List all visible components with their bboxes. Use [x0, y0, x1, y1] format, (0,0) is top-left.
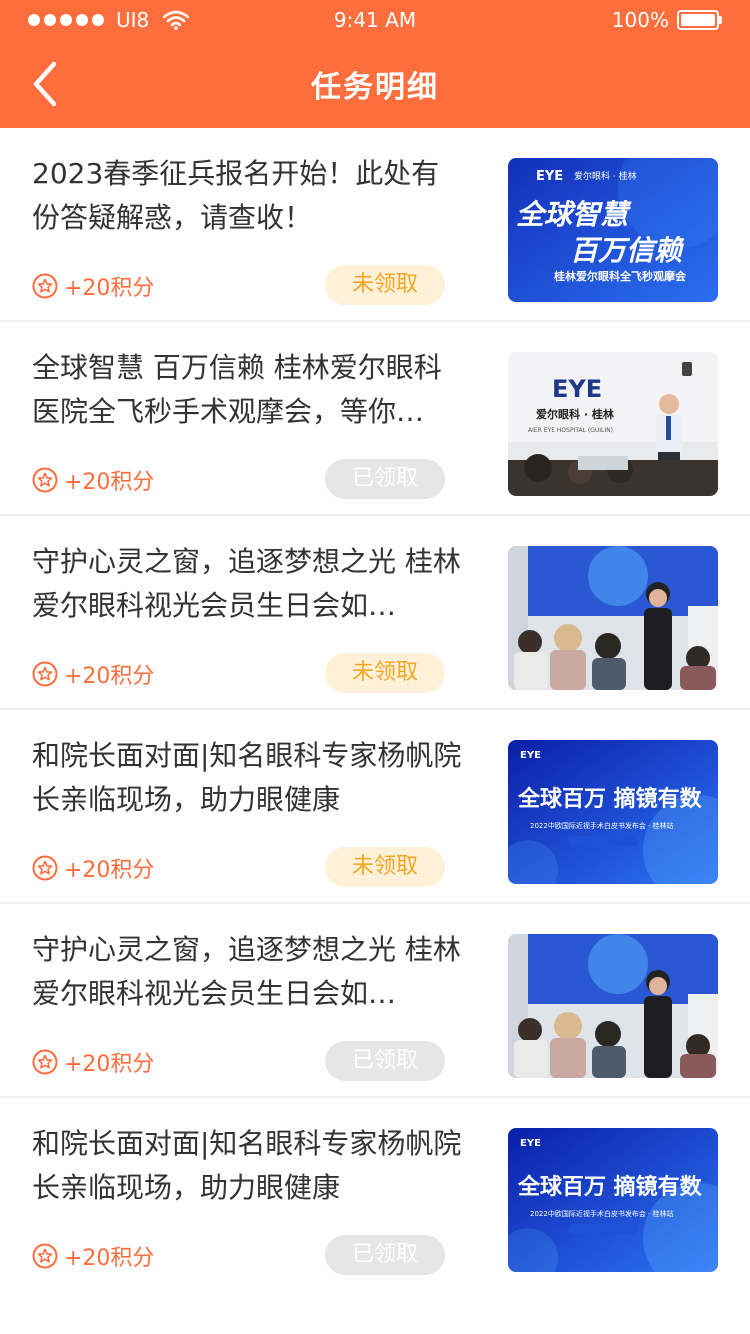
list-item[interactable]: 和院长面对面|知名眼科专家杨帆院长亲临现场，助力眼健康 +20积分 已领取 EY… [0, 1098, 750, 1292]
task-points: +20积分 [32, 656, 154, 692]
battery-icon [677, 10, 722, 30]
nav-bar: 任务明细 [0, 40, 750, 128]
thumbnail-image: EYE 全球百万 摘镜有数 2022中欧国际近视手术白皮书发布会 · 桂林站 [508, 1128, 718, 1272]
claim-status-button[interactable]: 未领取 [325, 847, 445, 887]
battery-group: 100% [612, 8, 722, 32]
star-icon [32, 855, 58, 881]
svg-text:EYE: EYE [536, 169, 563, 184]
svg-text:爱尔眼科 · 桂林: 爱尔眼科 · 桂林 [574, 170, 637, 182]
svg-text:2022中欧国际近视手术白皮书发布会 · 桂林站: 2022中欧国际近视手术白皮书发布会 · 桂林站 [530, 821, 674, 830]
star-icon [32, 273, 58, 299]
task-thumbnail [508, 546, 718, 690]
task-title: 2023春季征兵报名开始！此处有份答疑解惑，请查收！ [32, 157, 440, 234]
svg-text:全球百万 摘镜有数: 全球百万 摘镜有数 [517, 1174, 703, 1200]
points-label: +20积分 [64, 470, 155, 495]
task-title: 全球智慧 百万信赖 桂林爱尔眼科医院全飞秒手术观摩会，等你… [32, 351, 442, 428]
claim-status-button[interactable]: 未领取 [325, 265, 445, 305]
battery-percent: 100% [611, 8, 669, 32]
task-title: 和院长面对面|知名眼科专家杨帆院长亲临现场，助力眼健康 [32, 1127, 462, 1204]
star-icon [32, 1049, 58, 1075]
thumbnail-image: EYE 全球百万 摘镜有数 2022中欧国际近视手术白皮书发布会 · 桂林站 [508, 740, 718, 884]
page-title: 任务明细 [311, 70, 439, 105]
claim-status-button[interactable]: 未领取 [325, 653, 445, 693]
svg-text:EYE: EYE [552, 375, 602, 403]
claim-status-button[interactable]: 已领取 [325, 459, 445, 499]
status-bar: UI8 9:41 AM 100% [0, 0, 750, 40]
svg-text:EYE: EYE [520, 750, 541, 761]
task-title: 和院长面对面|知名眼科专家杨帆院长亲临现场，助力眼健康 [32, 739, 462, 816]
task-thumbnail: EYE 爱尔眼科 · 桂林 全球智慧 百万信赖 桂林爱尔眼科全飞秒观摩会 [508, 158, 718, 302]
svg-text:全球百万 摘镜有数: 全球百万 摘镜有数 [517, 786, 703, 812]
app-header: UI8 9:41 AM 100% 任务明细 [0, 0, 750, 128]
svg-text:AIER EYE HOSPITAL (GUILIN): AIER EYE HOSPITAL (GUILIN) [528, 427, 613, 434]
list-item[interactable]: 守护心灵之窗，追逐梦想之光 桂林爱尔眼科视光会员生日会如… +20积分 已领取 [0, 904, 750, 1098]
points-label: +20积分 [64, 1246, 155, 1271]
thumbnail-image [508, 546, 718, 690]
svg-text:爱尔眼科 · 桂林: 爱尔眼科 · 桂林 [536, 407, 614, 421]
task-points: +20积分 [32, 268, 154, 304]
task-thumbnail: EYE 全球百万 摘镜有数 2022中欧国际近视手术白皮书发布会 · 桂林站 [508, 1128, 718, 1272]
svg-text:全球智慧: 全球智慧 [516, 198, 632, 231]
task-points: +20积分 [32, 462, 154, 498]
task-points: +20积分 [32, 1044, 154, 1080]
claim-status-button[interactable]: 已领取 [325, 1041, 445, 1081]
task-thumbnail: EYE 爱尔眼科 · 桂林 AIER EYE HOSPITAL (GUILIN) [508, 352, 718, 496]
points-label: +20积分 [64, 664, 155, 689]
thumbnail-image [508, 934, 718, 1078]
points-label: +20积分 [64, 858, 155, 883]
points-label: +20积分 [64, 276, 155, 301]
claim-status-button[interactable]: 已领取 [325, 1235, 445, 1275]
task-thumbnail: EYE 全球百万 摘镜有数 2022中欧国际近视手术白皮书发布会 · 桂林站 [508, 740, 718, 884]
list-item[interactable]: 2023春季征兵报名开始！此处有份答疑解惑，请查收！ +20积分 未领取 EYE… [0, 128, 750, 322]
task-points: +20积分 [32, 1238, 154, 1274]
task-thumbnail [508, 934, 718, 1078]
star-icon [32, 1243, 58, 1269]
task-points: +20积分 [32, 850, 154, 886]
points-label: +20积分 [64, 1052, 155, 1077]
svg-text:2022中欧国际近视手术白皮书发布会 · 桂林站: 2022中欧国际近视手术白皮书发布会 · 桂林站 [530, 1209, 674, 1218]
task-title: 守护心灵之窗，追逐梦想之光 桂林爱尔眼科视光会员生日会如… [32, 545, 461, 622]
thumbnail-image: EYE 爱尔眼科 · 桂林 全球智慧 百万信赖 桂林爱尔眼科全飞秒观摩会 [508, 158, 718, 302]
task-list: 2023春季征兵报名开始！此处有份答疑解惑，请查收！ +20积分 未领取 EYE… [0, 128, 750, 1292]
thumbnail-image: EYE 爱尔眼科 · 桂林 AIER EYE HOSPITAL (GUILIN) [508, 352, 718, 496]
svg-text:桂林爱尔眼科全飞秒观摩会: 桂林爱尔眼科全飞秒观摩会 [553, 269, 687, 283]
list-item[interactable]: 和院长面对面|知名眼科专家杨帆院长亲临现场，助力眼健康 +20积分 未领取 EY… [0, 710, 750, 904]
star-icon [32, 467, 58, 493]
list-item[interactable]: 全球智慧 百万信赖 桂林爱尔眼科医院全飞秒手术观摩会，等你… +20积分 已领取… [0, 322, 750, 516]
star-icon [32, 661, 58, 687]
svg-text:EYE: EYE [520, 1138, 541, 1149]
svg-text:百万信赖: 百万信赖 [570, 234, 685, 267]
task-title: 守护心灵之窗，追逐梦想之光 桂林爱尔眼科视光会员生日会如… [32, 933, 461, 1010]
list-item[interactable]: 守护心灵之窗，追逐梦想之光 桂林爱尔眼科视光会员生日会如… +20积分 未领取 [0, 516, 750, 710]
